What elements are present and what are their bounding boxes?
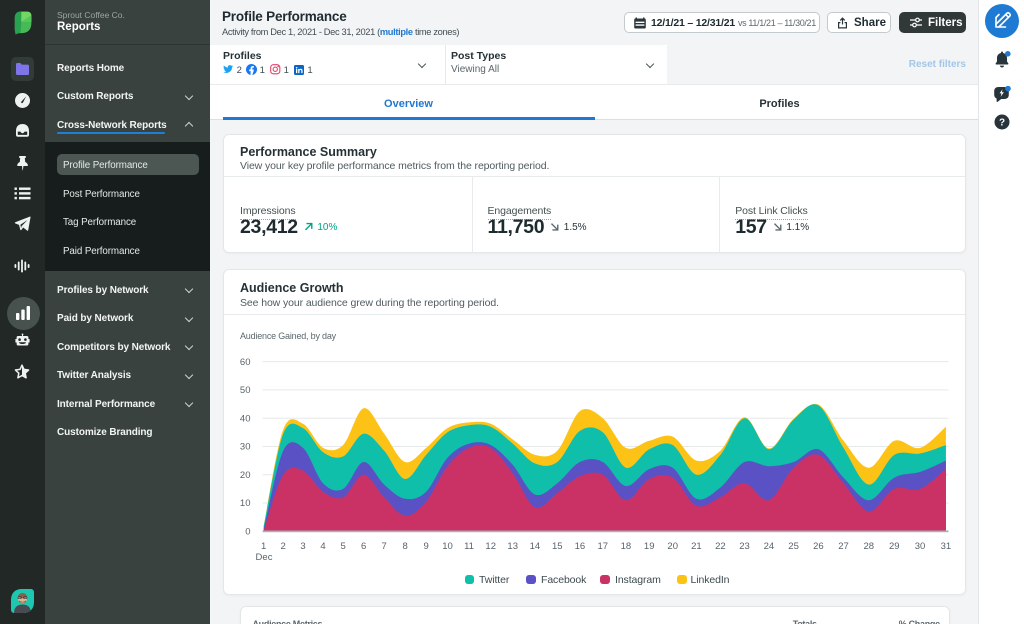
svg-text:?: ? (998, 118, 1004, 129)
